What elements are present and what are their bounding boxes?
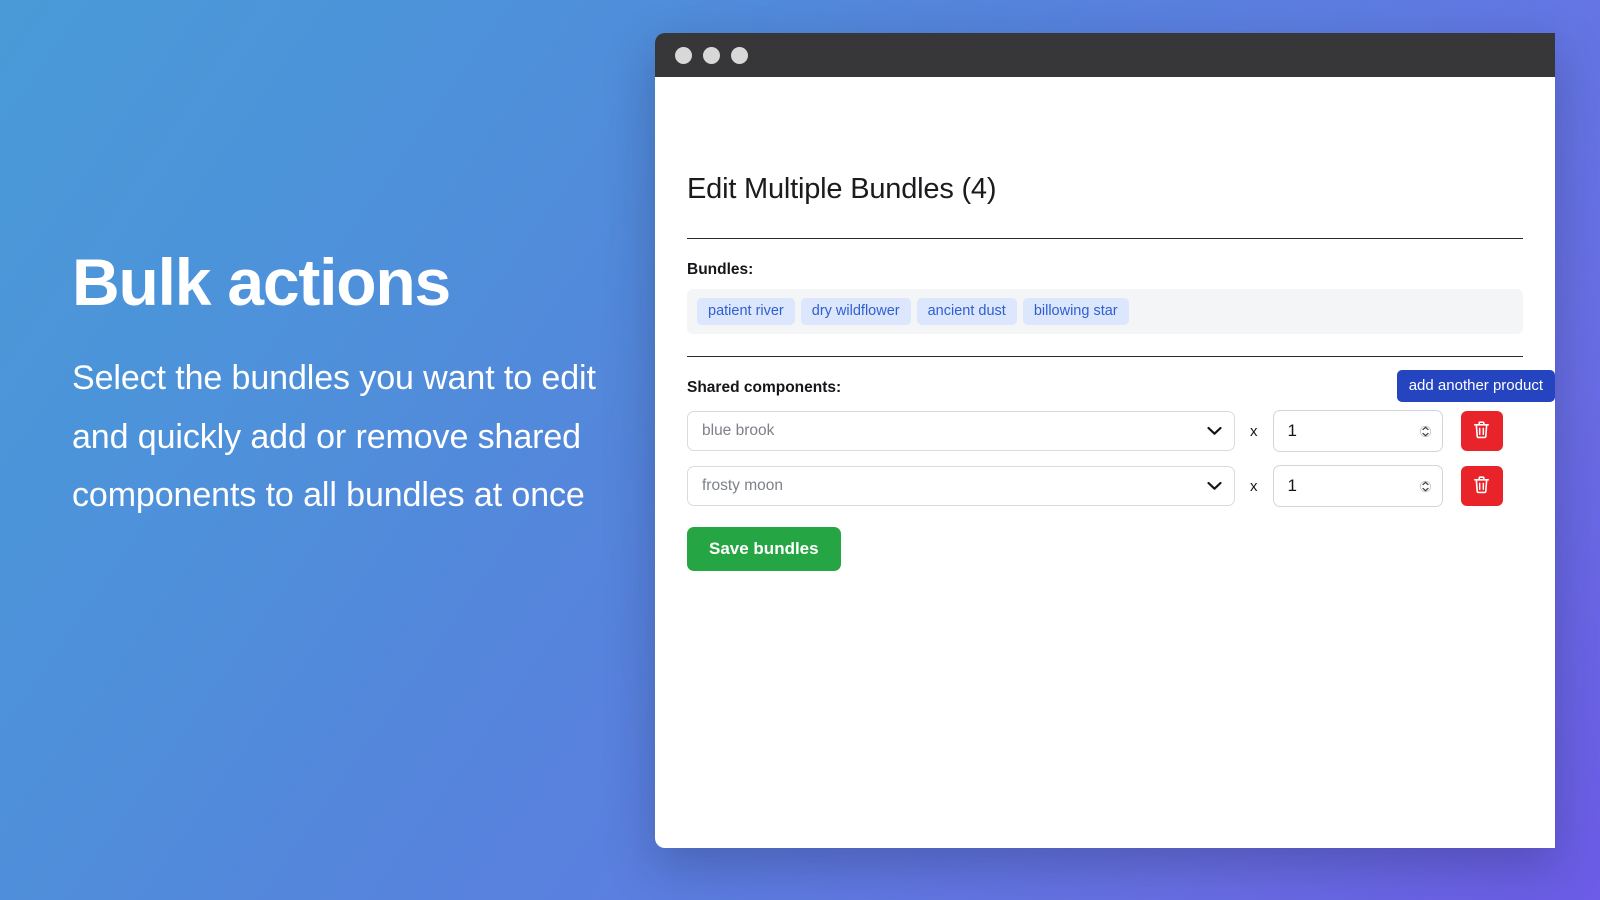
quantity-stepper[interactable] — [1419, 475, 1432, 497]
window-maximize-dot-icon[interactable] — [731, 46, 748, 64]
bundle-tag[interactable]: patient river — [697, 298, 795, 325]
product-select-wrapper: blue brook — [687, 411, 1235, 451]
bundle-tag[interactable]: billowing star — [1022, 298, 1129, 325]
edit-bundles-form: Edit Multiple Bundles (4) Bundles: patie… — [687, 77, 1555, 571]
delete-row-button[interactable] — [1460, 411, 1503, 451]
trash-icon — [1473, 420, 1490, 442]
page-body: Edit Multiple Bundles (4) Bundles: patie… — [655, 77, 1555, 848]
shared-components-label: Shared components: — [687, 379, 842, 396]
product-select[interactable]: frosty moon — [687, 466, 1235, 506]
page-title: Edit Multiple Bundles (4) — [687, 173, 997, 205]
title-divider — [687, 238, 1523, 239]
bundle-tag[interactable]: dry wildflower — [800, 298, 911, 325]
component-row: blue brook x — [687, 410, 1523, 452]
bundles-divider — [687, 356, 1523, 357]
quantity-input[interactable] — [1272, 465, 1443, 507]
shared-components-header: Shared components: add another product — [687, 370, 1555, 402]
save-bundles-button[interactable]: Save bundles — [687, 527, 841, 571]
delete-row-button[interactable] — [1460, 466, 1503, 506]
trash-icon — [1473, 475, 1490, 497]
window-minimize-dot-icon[interactable] — [703, 46, 720, 64]
promo-title: Bulk actions — [72, 245, 451, 319]
quantity-input[interactable] — [1272, 410, 1443, 452]
window-close-dot-icon[interactable] — [675, 46, 692, 64]
multiply-symbol: x — [1250, 477, 1258, 495]
promo-body: Select the bundles you want to edit and … — [72, 359, 596, 515]
bundles-label: Bundles: — [687, 261, 754, 278]
window-titlebar — [655, 33, 1555, 77]
browser-window: Edit Multiple Bundles (4) Bundles: patie… — [655, 33, 1555, 848]
promo-panel: Bulk actions Select the bundles you want… — [72, 245, 612, 525]
product-select[interactable]: blue brook — [687, 411, 1235, 451]
bundles-tag-strip: patient river dry wildflower ancient dus… — [687, 289, 1523, 334]
quantity-stepper[interactable] — [1419, 420, 1432, 442]
quantity-wrapper — [1272, 410, 1443, 452]
component-row: frosty moon x — [687, 465, 1523, 507]
product-select-wrapper: frosty moon — [687, 466, 1235, 506]
add-another-product-button[interactable]: add another product — [1396, 370, 1555, 402]
bundle-tag[interactable]: ancient dust — [916, 298, 1017, 325]
quantity-wrapper — [1272, 465, 1443, 507]
multiply-symbol: x — [1250, 422, 1258, 440]
